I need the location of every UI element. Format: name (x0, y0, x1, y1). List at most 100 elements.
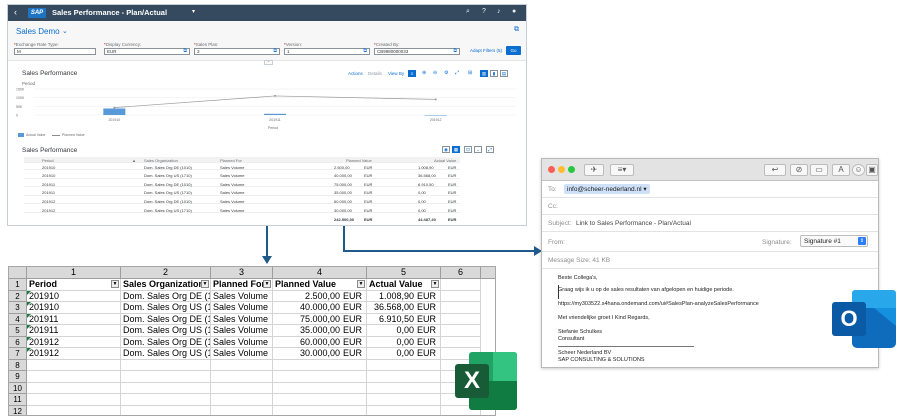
minimize-window-button[interactable] (558, 166, 565, 173)
chart-table-toggle-icon[interactable]: ⊞ (468, 70, 472, 76)
cell[interactable] (273, 371, 367, 383)
value-help-icon[interactable]: ⧉ (273, 49, 277, 54)
cell[interactable]: Dom. Sales Org DE (1010) (121, 336, 211, 348)
cell[interactable]: Sales Volume (211, 302, 273, 314)
cell[interactable] (367, 394, 441, 406)
actions-button[interactable]: Actions (348, 71, 363, 76)
cell[interactable] (367, 359, 441, 371)
row-header[interactable]: 12 (9, 405, 27, 415)
row-header[interactable]: 6 (9, 336, 27, 348)
cell[interactable] (27, 394, 121, 406)
version-input[interactable]: 1 ⧉ (284, 48, 370, 55)
cell[interactable]: Dom. Sales Org US (1710) (121, 302, 211, 314)
reply-icon[interactable]: ↩ (764, 164, 786, 176)
point-planned-value[interactable] (113, 106, 116, 109)
share-icon[interactable]: ⧉ (514, 26, 519, 34)
header-cell[interactable]: Planned Value ▼ (273, 279, 367, 291)
cell[interactable] (121, 359, 211, 371)
cell[interactable]: 201911 (27, 313, 121, 325)
variant-selector[interactable]: Sales Demo (16, 27, 60, 36)
cell[interactable]: 201911 (27, 325, 121, 337)
cell[interactable] (273, 359, 367, 371)
row-header[interactable]: 7 (9, 348, 27, 360)
cell[interactable] (121, 405, 211, 415)
settings-icon[interactable]: ⚙ (444, 70, 448, 76)
cell[interactable] (367, 382, 441, 394)
row-header[interactable]: 1 (9, 279, 27, 291)
cell[interactable]: 201910 (27, 302, 121, 314)
column-header[interactable]: 6 (441, 267, 481, 279)
cell[interactable] (211, 394, 273, 406)
column-header[interactable]: 4 (273, 267, 367, 279)
cell[interactable]: 0,00 EUR (367, 348, 441, 360)
cell[interactable] (27, 405, 121, 415)
cell[interactable]: Dom. Sales Org DE (1010) (121, 313, 211, 325)
cell[interactable] (211, 382, 273, 394)
cell[interactable] (121, 394, 211, 406)
filter-dropdown-icon[interactable]: ▼ (201, 280, 209, 288)
cell[interactable] (121, 371, 211, 383)
send-icon[interactable]: ✈ (584, 164, 604, 176)
created-by-input[interactable]: CB9980000033 ⧉ (374, 48, 460, 55)
cell[interactable]: 1.008,90 EUR (367, 290, 441, 302)
cell[interactable] (441, 279, 481, 291)
cell[interactable]: Sales Volume (211, 325, 273, 337)
subject-row[interactable]: Subject: Link to Sales Performance - Pla… (542, 215, 878, 232)
row-header[interactable]: 4 (9, 313, 27, 325)
table-row[interactable]: 201910 Dom. Sales Org US (1710) Sales Volu… (24, 173, 460, 179)
table-settings-icon[interactable]: ▦ (452, 146, 460, 153)
cell[interactable]: 6.910,50 EUR (367, 313, 441, 325)
row-header[interactable]: 9 (9, 371, 27, 383)
filter-dropdown-icon[interactable]: ▼ (431, 280, 439, 288)
signature-select[interactable]: Signature #1 ⇕ (800, 235, 868, 247)
point-planned-value[interactable] (274, 94, 276, 97)
cell[interactable] (441, 336, 481, 348)
legend-toggle-icon[interactable]: ≡ (408, 70, 416, 77)
cell[interactable]: 201912 (27, 348, 121, 360)
photo-browser-icon[interactable]: ▣ (866, 164, 878, 176)
value-help-icon[interactable]: ⧉ (363, 49, 367, 54)
cell[interactable] (273, 382, 367, 394)
cell[interactable] (441, 302, 481, 314)
header-cell[interactable]: Period ▼ (27, 279, 121, 291)
filter-dropdown-icon[interactable]: ▼ (263, 280, 271, 288)
cell[interactable]: 36.568,00 EUR (367, 302, 441, 314)
export-options-icon[interactable]: ⌄ (474, 146, 482, 153)
chevron-down-icon[interactable]: ⌄ (62, 27, 68, 35)
sales-plan-input[interactable]: 3 ⧉ (194, 48, 280, 55)
column-header[interactable]: 3 (211, 267, 273, 279)
cell[interactable] (211, 405, 273, 415)
point-planned-value[interactable] (434, 98, 437, 101)
cell[interactable]: Dom. Sales Org US (1710) (121, 348, 211, 360)
cell[interactable] (273, 394, 367, 406)
cell[interactable] (273, 405, 367, 415)
table-row[interactable]: 201910 Dom. Sales Org DE (1010) Sales Volu… (24, 164, 460, 170)
cell[interactable] (441, 325, 481, 337)
cell[interactable]: Sales Volume (211, 313, 273, 325)
bar-actual-value[interactable] (424, 115, 447, 116)
row-header[interactable]: 10 (9, 382, 27, 394)
cell[interactable]: Sales Volume (211, 348, 273, 360)
exchange-rate-input[interactable]: M (14, 48, 96, 55)
column-header[interactable]: 5 (367, 267, 441, 279)
format-text-icon[interactable]: A (832, 164, 850, 176)
row-header[interactable]: 2 (9, 290, 27, 302)
cell[interactable]: Sales Volume (211, 290, 273, 302)
header-cell[interactable]: Planned For ▼ (211, 279, 273, 291)
display-currency-input[interactable]: EUR ⧉ (104, 48, 190, 55)
body-link[interactable]: https://my303522.s4hana.ondemand.com/ui#… (558, 301, 759, 307)
chevron-down-icon[interactable]: ▾ (192, 8, 195, 15)
user-avatar-icon[interactable]: ● (512, 8, 516, 15)
zoom-window-button[interactable] (568, 166, 575, 173)
cell[interactable]: Dom. Sales Org US (1710) (121, 325, 211, 337)
zoom-out-icon[interactable]: ⊖ (433, 70, 437, 76)
cell[interactable] (211, 359, 273, 371)
cell[interactable]: 2.500,00 EUR (273, 290, 367, 302)
emoji-icon[interactable]: ☺ (852, 164, 865, 176)
cell[interactable] (27, 382, 121, 394)
select-all-corner[interactable] (9, 267, 27, 279)
cell[interactable]: Sales Volume (211, 336, 273, 348)
fullscreen-icon[interactable]: ⤢ (455, 70, 459, 76)
column-header-period[interactable]: Period (42, 158, 54, 163)
row-header[interactable]: 8 (9, 359, 27, 371)
